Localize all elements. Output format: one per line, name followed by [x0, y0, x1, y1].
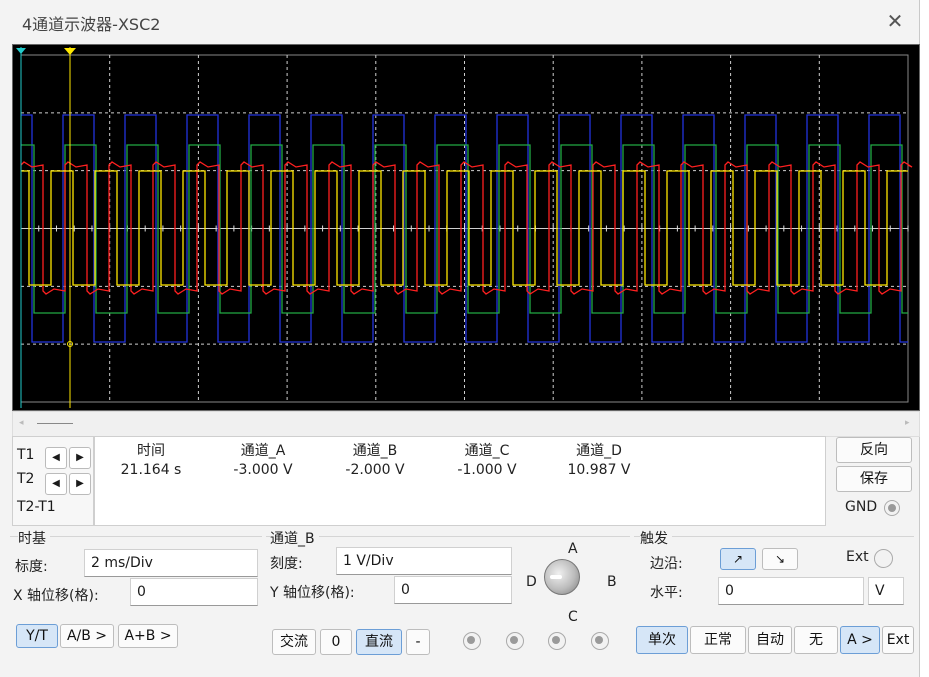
scroll-left-icon[interactable]: ◂ [19, 418, 24, 428]
auto-trigger-button[interactable]: 自动 [748, 626, 792, 654]
dc-coupling-button[interactable]: 直流 [356, 629, 402, 655]
trigger-source-a-button[interactable]: A > [840, 626, 880, 654]
readout-column-a: 通道_A -3.000 V [213, 440, 313, 478]
readout-value: -2.000 V [345, 462, 405, 478]
falling-edge-button[interactable]: ↘ [762, 548, 798, 570]
cursor-t1-marker-icon [16, 48, 26, 54]
timebase-scale-field[interactable]: 2 ms/Div [84, 549, 258, 577]
probe-terminal-icon[interactable] [506, 632, 524, 650]
probe-terminal-icon[interactable] [591, 632, 609, 650]
scroll-thumb[interactable] [37, 423, 73, 424]
close-icon[interactable]: ✕ [884, 10, 906, 32]
minus-coupling-button[interactable]: - [406, 629, 430, 655]
channel-selector-b[interactable]: B [607, 574, 617, 590]
gnd-label: GND [845, 499, 878, 515]
channel-selector-a[interactable]: A [568, 541, 578, 557]
ext-trigger-button[interactable]: Ext [882, 626, 914, 654]
yt-mode-button[interactable]: Y/T [16, 624, 58, 648]
trigger-title: 触发 [640, 528, 672, 548]
channel-selector-knob-icon[interactable] [544, 559, 580, 595]
t1-right-button[interactable]: ▶ [69, 447, 91, 469]
t2-left-button[interactable]: ◀ [45, 473, 67, 495]
t2-label: T2 [17, 471, 35, 487]
t2-right-button[interactable]: ▶ [69, 473, 91, 495]
timebase-title: 时基 [18, 528, 50, 548]
edge-label: 边沿: [650, 556, 683, 572]
measurement-readout: 时间 21.164 s 通道_A -3.000 V 通道_B -2.000 V … [94, 436, 826, 526]
x-offset-label: X 轴位移(格): [13, 588, 99, 604]
level-label: 水平: [650, 585, 683, 601]
oscilloscope-display [12, 44, 920, 411]
readout-value: 21.164 s [120, 462, 182, 478]
readout-column-b: 通道_B -2.000 V [325, 440, 425, 478]
trigger-level-field[interactable]: 0 [718, 577, 864, 605]
zero-coupling-button[interactable]: 0 [320, 629, 352, 655]
readout-header: 通道_A [240, 443, 286, 459]
single-trigger-button[interactable]: 单次 [636, 626, 688, 654]
a-plus-b-mode-button[interactable]: A+B > [118, 624, 178, 648]
readout-header: 通道_B [352, 443, 398, 459]
ext-trigger-label: Ext [846, 549, 869, 565]
readout-column-d: 通道_D 10.987 V [549, 440, 649, 478]
x-offset-field[interactable]: 0 [130, 578, 258, 606]
channel-scale-field[interactable]: 1 V/Div [336, 547, 512, 575]
horizontal-scrollbar[interactable]: ◂ ▸ [12, 411, 920, 437]
readout-header: 时间 [137, 443, 165, 459]
readout-value: -1.000 V [457, 462, 517, 478]
oscilloscope-window: 4通道示波器-XSC2 ✕ ◂ ▸ T1 ◀ ▶ T2 ◀ ▶ T2-T1 时间… [0, 0, 920, 677]
probe-terminal-icon[interactable] [548, 632, 566, 650]
timebase-scale-label: 标度: [15, 559, 48, 575]
readout-column-c: 通道_C -1.000 V [437, 440, 537, 478]
readout-value: -3.000 V [233, 462, 293, 478]
trigger-level-unit[interactable]: V [868, 577, 904, 605]
gnd-radio[interactable] [884, 500, 900, 516]
cursor-t2-marker-icon [64, 48, 76, 55]
t1-label: T1 [17, 447, 35, 463]
channel-group [266, 536, 630, 537]
t2-t1-label: T2-T1 [17, 499, 56, 515]
save-button[interactable]: 保存 [836, 466, 912, 492]
cursor-panel: T1 ◀ ▶ T2 ◀ ▶ T2-T1 [12, 436, 94, 526]
readout-header: 通道_C [464, 443, 510, 459]
readout-value: 10.987 V [567, 462, 631, 478]
scroll-right-icon[interactable]: ▸ [905, 418, 910, 428]
ext-trigger-radio[interactable] [874, 549, 893, 568]
readout-column-time: 时间 21.164 s [101, 440, 201, 478]
t1-left-button[interactable]: ◀ [45, 447, 67, 469]
none-trigger-button[interactable]: 无 [794, 626, 838, 654]
channel-selector-c[interactable]: C [568, 609, 578, 625]
ab-mode-button[interactable]: A/B > [60, 624, 114, 648]
rising-edge-button[interactable]: ↗ [720, 548, 756, 570]
normal-trigger-button[interactable]: 正常 [690, 626, 746, 654]
ac-coupling-button[interactable]: 交流 [272, 629, 316, 655]
reverse-button[interactable]: 反向 [836, 437, 912, 463]
waveform-plot [16, 47, 913, 408]
probe-terminal-icon[interactable] [463, 632, 481, 650]
readout-header: 通道_D [576, 443, 622, 459]
channel-selector-d[interactable]: D [526, 574, 537, 590]
y-offset-label: Y 轴位移(格): [270, 585, 355, 601]
channel-title: 通道_B [270, 528, 319, 548]
window-title: 4通道示波器-XSC2 [22, 15, 161, 34]
title-bar[interactable]: 4通道示波器-XSC2 ✕ [0, 0, 919, 42]
channel-scale-label: 刻度: [270, 556, 303, 572]
trigger-group [634, 536, 914, 537]
y-offset-field[interactable]: 0 [394, 576, 512, 604]
